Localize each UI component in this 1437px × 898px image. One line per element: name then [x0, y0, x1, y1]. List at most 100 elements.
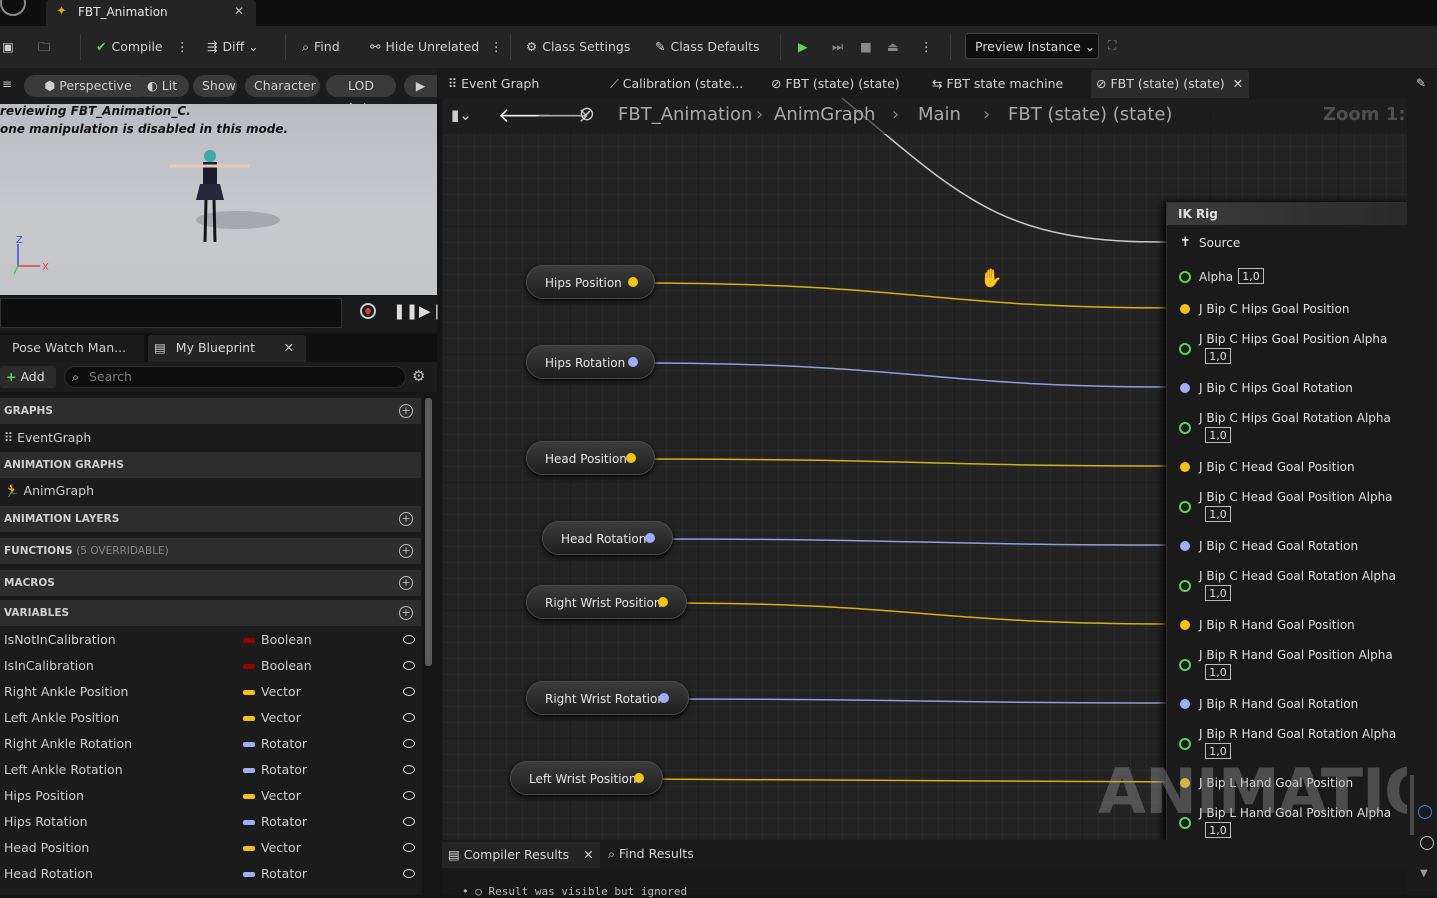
- compile-button[interactable]: ✔ Compile: [96, 36, 163, 58]
- list-item-animgraph[interactable]: 🏃 AnimGraph: [0, 478, 421, 504]
- list-item-eventgraph[interactable]: ⠿ EventGraph: [0, 425, 421, 451]
- tab-calibration-state[interactable]: ⟋ Calibration (state...: [610, 74, 743, 96]
- class-defaults-button[interactable]: ✎ Class Defaults: [655, 36, 760, 58]
- play-mode-button[interactable]: ▶ x: [404, 75, 437, 115]
- output-pin[interactable]: [658, 597, 668, 607]
- eject-icon[interactable]: ⏏: [887, 36, 899, 58]
- compile-options-icon[interactable]: ⋮: [176, 36, 189, 58]
- output-pin[interactable]: [628, 357, 638, 367]
- bookmark-icon[interactable]: ▮⌄: [451, 106, 472, 124]
- category-animation-graphs[interactable]: ANIMATION GRAPHS: [0, 452, 421, 478]
- alpha-value-input[interactable]: 1,0: [1205, 348, 1231, 364]
- category-graphs[interactable]: GRAPHS +: [0, 398, 421, 424]
- alpha-input-pin[interactable]: [1179, 422, 1191, 434]
- tab-event-graph[interactable]: ⠿ Event Graph: [448, 74, 539, 96]
- node-hips-position[interactable]: Hips Position: [526, 265, 655, 299]
- alpha-value-input[interactable]: 1,0: [1205, 427, 1231, 443]
- eye-icon[interactable]: [403, 817, 415, 826]
- search-input[interactable]: ⌕ Search: [64, 366, 406, 388]
- variable-row[interactable]: Left Ankle Position Vector: [0, 705, 421, 731]
- output-pin[interactable]: [628, 277, 638, 287]
- add-macro-icon[interactable]: +: [399, 576, 413, 590]
- perspective-button[interactable]: ⬢ Perspective: [24, 75, 152, 97]
- pause-icon[interactable]: ❚❚: [393, 302, 418, 320]
- close-icon[interactable]: ✕: [234, 4, 244, 18]
- chevron-down-icon[interactable]: ▼: [1420, 868, 1428, 879]
- play-options-icon[interactable]: ⋮: [920, 36, 933, 58]
- variable-row[interactable]: Left Ankle Rotation Rotator: [0, 757, 421, 783]
- preview-instance-dropdown[interactable]: Preview Instance ⌄: [965, 33, 1099, 59]
- play-icon[interactable]: ▶: [798, 36, 808, 58]
- hide-unrelated-button[interactable]: ⚯ Hide Unrelated: [370, 36, 479, 58]
- tab-fbt-state-active[interactable]: ⊘ FBT (state) (state) ✕: [1091, 70, 1249, 98]
- output-pin[interactable]: [634, 773, 644, 783]
- tab-compiler-results[interactable]: ▤ Compiler Results ✕: [442, 842, 600, 868]
- variable-row[interactable]: Right Ankle Rotation Rotator: [0, 731, 421, 757]
- tab-fbt-state[interactable]: ⊘ FBT (state) (state): [771, 74, 900, 96]
- timeline-scrubber[interactable]: [0, 298, 342, 328]
- node-left-wrist-position[interactable]: Left Wrist Position: [510, 761, 663, 795]
- alpha-input-pin[interactable]: [1179, 343, 1191, 355]
- diff-button[interactable]: ⇶ Diff ⌄: [207, 36, 259, 58]
- close-icon[interactable]: ✕: [284, 335, 294, 361]
- add-variable-icon[interactable]: +: [399, 606, 413, 620]
- menu-icon[interactable]: ≡: [2, 77, 12, 91]
- output-pin[interactable]: [645, 533, 655, 543]
- vector-input-pin[interactable]: [1180, 620, 1190, 630]
- add-function-icon[interactable]: +: [399, 544, 413, 558]
- tab-pose-watch-manager[interactable]: Pose Watch Man...: [0, 335, 144, 362]
- target-icon[interactable]: [1418, 805, 1432, 819]
- variable-row[interactable]: Hips Position Vector: [0, 783, 421, 809]
- breadcrumb-main[interactable]: Main: [918, 104, 961, 125]
- node-hips-rotation[interactable]: Hips Rotation: [526, 345, 655, 379]
- tab-find-results[interactable]: ⌕ Find Results: [608, 846, 694, 862]
- alpha-pin[interactable]: [1179, 271, 1191, 283]
- eye-icon[interactable]: [403, 687, 415, 696]
- rotator-input-pin[interactable]: [1180, 541, 1190, 551]
- step-forward-icon[interactable]: ▶❘: [419, 302, 443, 320]
- variable-row[interactable]: IsInCalibration Boolean: [0, 653, 421, 679]
- edit-icon[interactable]: ✎: [1416, 76, 1426, 90]
- alpha-input-pin[interactable]: [1179, 738, 1191, 750]
- variable-row[interactable]: Head Rotation Rotator: [0, 861, 421, 887]
- show-button[interactable]: Show: [193, 75, 237, 97]
- alpha-input-pin[interactable]: [1179, 659, 1191, 671]
- eye-icon[interactable]: [403, 661, 415, 670]
- eye-icon[interactable]: [403, 739, 415, 748]
- tab-fbt-state-machine[interactable]: ⇆ FBT state machine: [932, 74, 1063, 96]
- lod-button[interactable]: LOD Auto: [326, 75, 396, 115]
- category-macros[interactable]: MACROS +: [0, 570, 421, 596]
- node-right-wrist-position[interactable]: Right Wrist Position: [526, 585, 687, 619]
- eye-icon[interactable]: [403, 843, 415, 852]
- pose-pin-icon[interactable]: ✝: [1180, 235, 1191, 250]
- close-icon[interactable]: ✕: [573, 847, 593, 862]
- browse-icon[interactable]: 🗀: [38, 36, 51, 58]
- node-right-wrist-rotation[interactable]: Right Wrist Rotation: [526, 681, 689, 715]
- add-layer-icon[interactable]: +: [399, 512, 413, 526]
- alpha-value-input[interactable]: 1,0: [1238, 268, 1264, 284]
- eye-icon[interactable]: [403, 713, 415, 722]
- alpha-value-input[interactable]: 1,0: [1205, 585, 1231, 601]
- circle-icon[interactable]: [1420, 836, 1434, 850]
- class-settings-button[interactable]: ⚙ Class Settings: [526, 36, 630, 58]
- find-button[interactable]: ⌕ Find: [302, 36, 340, 58]
- lit-button[interactable]: ◐ Lit: [135, 75, 189, 97]
- node-head-rotation[interactable]: Head Rotation: [542, 521, 673, 555]
- document-tab[interactable]: ✦ FBT_Animation ✕: [46, 0, 256, 26]
- breadcrumb-animgraph[interactable]: AnimGraph: [774, 104, 875, 125]
- list-scrollbar[interactable]: [425, 398, 432, 666]
- eye-icon[interactable]: [403, 635, 415, 644]
- strip-scrollbar[interactable]: [1410, 775, 1414, 835]
- variable-row[interactable]: Head Position Vector: [0, 835, 421, 861]
- ik-rig-node[interactable]: [1166, 202, 1409, 844]
- hide-unrelated-options-icon[interactable]: ⋮: [490, 36, 503, 58]
- alpha-value-input[interactable]: 1,0: [1205, 506, 1231, 522]
- alpha-input-pin[interactable]: [1179, 501, 1191, 513]
- tab-my-blueprint[interactable]: ▤ My Blueprint ✕: [148, 335, 306, 362]
- step-icon[interactable]: ⏭: [832, 36, 843, 58]
- alpha-input-pin[interactable]: [1179, 580, 1191, 592]
- breadcrumb-fbt-state[interactable]: FBT (state) (state): [1008, 104, 1172, 125]
- breadcrumb-fbt-animation[interactable]: FBT_Animation: [618, 104, 752, 125]
- save-icon[interactable]: ▣: [2, 36, 14, 58]
- rotator-input-pin[interactable]: [1180, 383, 1190, 393]
